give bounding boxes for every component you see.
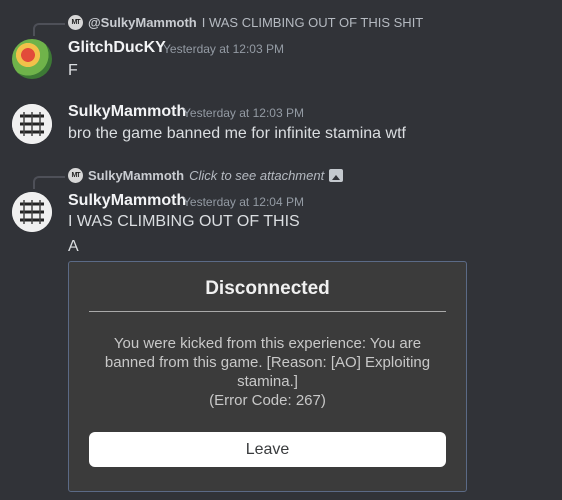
- reply-text[interactable]: Click to see attachment: [189, 168, 324, 183]
- reply-preview[interactable]: MT @SulkyMammoth I WAS CLIMBING OUT OF T…: [68, 15, 423, 30]
- username[interactable]: GlitchDucKY: [68, 39, 166, 57]
- username[interactable]: SulkyMammoth: [68, 192, 186, 210]
- message-text-line2: A: [68, 238, 79, 255]
- dialog-body-line: You were kicked from this experience: Yo…: [113, 335, 422, 352]
- timestamp: Yesterday at 12:03 PM: [163, 42, 284, 56]
- reply-author[interactable]: SulkyMammoth: [88, 168, 184, 183]
- error-code: (Error Code: 267): [209, 392, 326, 409]
- reply-text: I WAS CLIMBING OUT OF THIS SHIT: [201, 15, 424, 30]
- reply-avatar: MT: [68, 15, 83, 30]
- message-text: F: [68, 62, 78, 79]
- avatar[interactable]: [12, 104, 52, 144]
- dialog-body: You were kicked from this experience: Yo…: [89, 334, 446, 410]
- timestamp: Yesterday at 12:03 PM: [183, 106, 304, 120]
- message-text: bro the game banned me for infinite stam…: [68, 125, 406, 142]
- image-icon: [329, 169, 344, 182]
- reply-author[interactable]: @SulkyMammoth: [88, 15, 197, 30]
- avatar[interactable]: [12, 39, 52, 79]
- timestamp: Yesterday at 12:04 PM: [183, 195, 304, 209]
- attachment-image[interactable]: Disconnected You were kicked from this e…: [68, 261, 467, 492]
- reply-connector: [33, 23, 65, 36]
- message-text: I WAS CLIMBING OUT OF THIS: [68, 213, 300, 230]
- reply-connector: [33, 176, 65, 189]
- leave-button[interactable]: Leave: [89, 432, 446, 467]
- avatar-logo: [12, 192, 52, 232]
- username[interactable]: SulkyMammoth: [68, 103, 186, 121]
- avatar-logo: [12, 104, 52, 144]
- dialog-body-line: stamina.]: [237, 373, 298, 390]
- reply-preview[interactable]: MT SulkyMammoth Click to see attachment: [68, 168, 344, 183]
- reply-avatar: MT: [68, 168, 83, 183]
- avatar[interactable]: [12, 192, 52, 232]
- dialog-body-line: banned from this game. [Reason: [AO] Exp…: [104, 354, 431, 371]
- dialog-title: Disconnected: [205, 278, 330, 299]
- dialog-divider: [89, 311, 446, 312]
